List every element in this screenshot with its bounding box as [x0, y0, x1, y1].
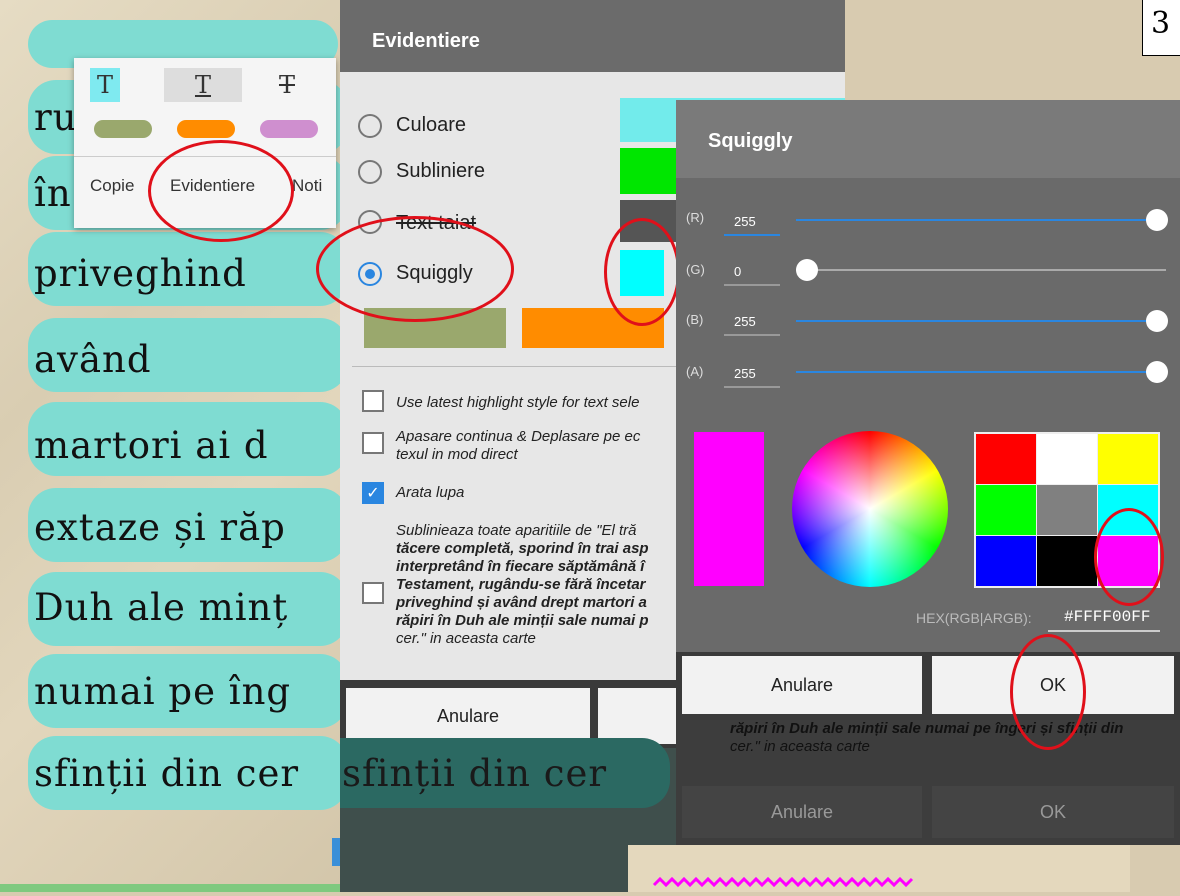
swatch-pink[interactable] [260, 120, 318, 138]
channel-label: (G) [686, 262, 705, 277]
page-number-box: 3 [1142, 0, 1180, 56]
slider-r-track[interactable] [796, 219, 1156, 221]
behind-cancel-button: Anulare [682, 786, 922, 838]
cancel-button[interactable]: Anulare [346, 688, 590, 744]
checkbox-label-cont: texul in mod direct [396, 446, 518, 463]
text-line: în [34, 172, 72, 215]
color-preview [694, 432, 764, 586]
text-line: sfinții din cer [342, 752, 608, 795]
channel-value[interactable]: 255 [734, 366, 780, 381]
bottom-strip [0, 884, 345, 892]
strikethrough-style-icon[interactable]: T [262, 68, 312, 102]
copy-button[interactable]: Copie [90, 176, 134, 196]
text-line: priveghind [34, 252, 247, 295]
palette-cyan[interactable] [1098, 485, 1158, 535]
channel-underline [724, 334, 780, 336]
channel-underline [724, 386, 780, 388]
palette-gray[interactable] [1037, 485, 1097, 535]
checkbox-label: Arata lupa [396, 484, 465, 501]
slider-b-thumb[interactable] [1146, 310, 1168, 332]
swatch-green[interactable] [94, 120, 152, 138]
behind-text: răpiri în Duh ale minții sale numai pe î… [730, 720, 1180, 756]
checkbox-long-press[interactable] [362, 432, 384, 454]
swatch-green[interactable] [364, 308, 506, 348]
text-line: numai pe îng [34, 670, 292, 713]
dialog-header: Squiggly [676, 100, 1180, 178]
palette-white[interactable] [1037, 434, 1097, 484]
checkbox-label: Use latest highlight style for text sele [396, 394, 640, 411]
reader-panel: ru în priveghind având martori ai d exta… [0, 0, 345, 892]
hex-label: HEX(RGB|ARGB): [916, 610, 1032, 626]
note-button[interactable]: Noti [292, 176, 322, 196]
slider-r-thumb[interactable] [1146, 209, 1168, 231]
reader-crop [628, 845, 1130, 892]
palette-yellow[interactable] [1098, 434, 1158, 484]
slider-a-thumb[interactable] [1146, 361, 1168, 383]
highlight-style-icon[interactable]: T [90, 68, 120, 102]
channel-value[interactable]: 255 [734, 314, 780, 329]
checkbox-label: Apasare continua & Deplasare pe ec [396, 428, 641, 445]
slider-a-track[interactable] [796, 371, 1156, 373]
behind-line: răpiri în Duh ale minții sale numai pe î… [730, 720, 1124, 737]
hex-input[interactable]: #FFFF00FF [1064, 608, 1150, 626]
radio-culoare[interactable] [358, 114, 382, 138]
channel-label: (R) [686, 210, 705, 225]
ok-button[interactable]: OK [932, 656, 1174, 714]
behind-ok-button: OK [932, 786, 1174, 838]
color-squiggly[interactable] [620, 250, 664, 296]
swatch-orange[interactable] [522, 308, 664, 348]
radio-text-taiat[interactable] [358, 210, 382, 234]
text-line: având [34, 338, 152, 381]
hex-underline [1048, 630, 1160, 632]
cancel-button[interactable]: Anulare [682, 656, 922, 714]
swatch-orange[interactable] [177, 120, 235, 138]
option-label[interactable]: Text taiat [396, 212, 476, 235]
text-line: Duh ale minț [34, 586, 289, 629]
squiggly-dialog: Squiggly (R) 255 (G) 0 (B) 255 (A) 255 H… [676, 100, 1180, 845]
checkbox-underline-all[interactable] [362, 582, 384, 604]
highlight-button[interactable]: Evidentiere [170, 176, 255, 196]
color-wheel[interactable] [792, 431, 948, 587]
dialog-title: Squiggly [708, 130, 793, 152]
underline-style-icon[interactable]: T [164, 68, 242, 102]
checkbox-show-magnifier[interactable]: ✓ [362, 482, 384, 504]
popup-divider [74, 156, 336, 157]
page-number: 3 [1151, 6, 1171, 41]
text-line: extaze și răp [34, 506, 286, 549]
text-line: martori ai d [34, 424, 269, 467]
palette-magenta[interactable] [1098, 536, 1158, 586]
color-palette [974, 432, 1160, 588]
behind-line: cer." in aceasta carte [730, 738, 870, 755]
palette-blue[interactable] [976, 536, 1036, 586]
selection-popup: T T T Copie Evidentiere Noti [74, 58, 336, 228]
option-label[interactable]: Culoare [396, 114, 466, 137]
dialog-header: Evidentiere [340, 0, 845, 72]
palette-green[interactable] [976, 485, 1036, 535]
radio-subliniere[interactable] [358, 160, 382, 184]
dialog-body: (R) 255 (G) 0 (B) 255 (A) 255 HEX(RGB|AR… [676, 178, 1180, 652]
channel-value[interactable]: 255 [734, 214, 780, 229]
text-line: sfinții din cer [34, 752, 300, 795]
channel-value[interactable]: 0 [734, 264, 780, 279]
text-line: ru [34, 96, 78, 139]
squiggly-line [652, 876, 914, 888]
checkbox-latest-style[interactable] [362, 390, 384, 412]
option-label[interactable]: Subliniere [396, 160, 485, 183]
channel-label: (A) [686, 364, 704, 379]
channel-label: (B) [686, 312, 704, 327]
palette-red[interactable] [976, 434, 1036, 484]
dialog-title: Evidentiere [372, 30, 480, 52]
slider-g-thumb[interactable] [796, 259, 818, 281]
channel-underline [724, 284, 780, 286]
channel-underline [724, 234, 780, 236]
radio-squiggly[interactable] [358, 262, 382, 286]
squiggly-sample [652, 876, 914, 888]
option-label[interactable]: Squiggly [396, 262, 473, 285]
palette-black[interactable] [1037, 536, 1097, 586]
slider-g-track[interactable] [796, 269, 1166, 271]
slider-b-track[interactable] [796, 320, 1156, 322]
